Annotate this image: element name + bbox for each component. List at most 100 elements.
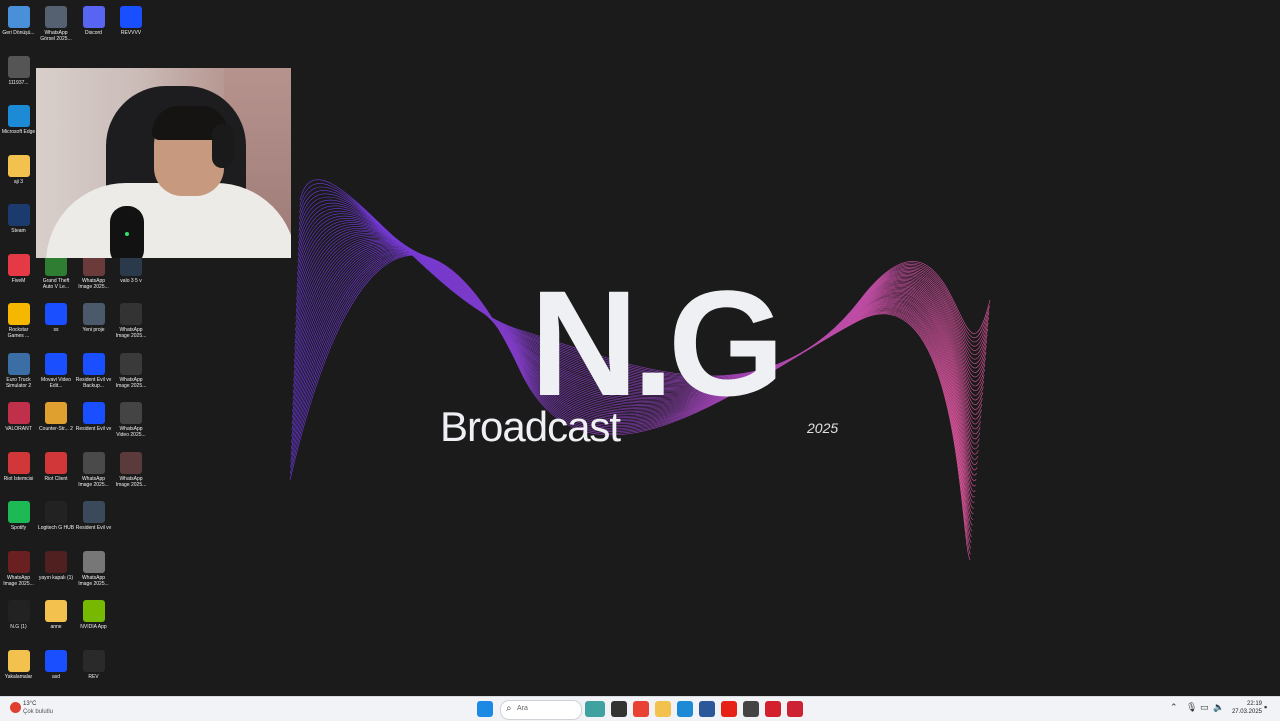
desktop-icon[interactable]: anne — [38, 598, 75, 646]
desktop-icon[interactable]: valo 3 5 v — [113, 252, 150, 300]
desktop-icon-label: Counter-Str... 2 — [39, 426, 73, 432]
copilot-icon[interactable] — [585, 701, 605, 717]
volume-icon[interactable]: 🔈 — [1213, 702, 1224, 713]
chevron-up-icon[interactable]: ⌃ — [1170, 702, 1178, 713]
file-explorer-icon[interactable] — [655, 701, 671, 717]
desktop-icon[interactable]: WhatsApp Image 2025... — [75, 252, 112, 300]
desktop-icon[interactable]: Logitech G HUB — [38, 499, 75, 547]
desktop-icon[interactable]: Riot İstemcisi — [0, 450, 37, 498]
desktop-icon[interactable]: WhatsApp Görsel 2025... — [38, 4, 75, 52]
app-icon — [45, 352, 67, 375]
desktop-icon[interactable]: WhatsApp Image 2025... — [75, 450, 112, 498]
desktop-icon[interactable]: FiveM — [0, 252, 37, 300]
desktop-icon[interactable]: WhatsApp Image 2025... — [75, 549, 112, 597]
network-icon[interactable]: ▭ — [1200, 702, 1209, 713]
image-icon — [120, 451, 142, 474]
webcam-overlay: ✺ — [36, 68, 291, 258]
app-icon[interactable] — [699, 701, 715, 717]
desktop-icon[interactable]: Geri Dönüşü... — [0, 4, 37, 52]
app-icon — [45, 649, 67, 672]
windows-start-icon[interactable] — [477, 701, 493, 717]
app-icon[interactable] — [743, 701, 759, 717]
microphone-tray-icon[interactable]: 🎙 — [1186, 702, 1197, 713]
taskbar-search[interactable]: ⌕ Ara — [500, 700, 582, 720]
desktop-icon[interactable]: NVIDIA App — [75, 598, 112, 646]
weather-condition: Çok bulutlu — [23, 709, 54, 715]
desktop-icon-label: NVIDIA App — [80, 624, 107, 630]
desktop-icon-label: Logitech G HUB — [37, 525, 75, 531]
desktop-icon[interactable]: Yeni proje — [75, 301, 112, 349]
edge-icon[interactable] — [677, 701, 693, 717]
search-icon: ⌕ — [506, 703, 512, 714]
desktop-icon[interactable]: Steam — [0, 202, 37, 250]
riot-icon — [45, 451, 67, 474]
desktop-icon[interactable]: WhatsApp Image 2025... — [113, 450, 150, 498]
desktop-icon-label: Rockstar Games ... — [7, 327, 30, 339]
clock-date: 27.03.2025 — [1231, 709, 1262, 715]
desktop-icon[interactable]: asd — [38, 648, 75, 696]
desktop-icon[interactable]: Riot Client — [38, 450, 75, 498]
youtube-icon[interactable] — [721, 701, 737, 717]
desktop-icon[interactable]: Movavi Video Edit... — [38, 351, 75, 399]
desktop-icon[interactable]: Resident Evil vv — [75, 400, 112, 448]
desktop-icon[interactable]: Resident Evil vv Backup... — [75, 351, 112, 399]
desktop-icon[interactable]: Counter-Str... 2 — [38, 400, 75, 448]
nvidia-icon — [82, 600, 105, 622]
desktop-icon[interactable]: yayın kapalı (1) — [38, 549, 75, 597]
system-clock[interactable]: 22:19 27.03.2025 — [1228, 700, 1262, 716]
desktop-icon[interactable]: Rockstar Games ... — [0, 301, 37, 349]
recycle-bin-icon — [7, 6, 30, 28]
steam-icon — [7, 204, 30, 226]
desktop-icon-label: WhatsApp Görsel 2025... — [40, 30, 72, 42]
desktop-icon[interactable]: WhatsApp Image 2025... — [113, 301, 150, 349]
desktop-icon-label: REV — [88, 673, 99, 680]
desktop-icon[interactable]: Grand Theft Auto V Le... — [38, 252, 75, 300]
desktop-icon[interactable]: Discord — [75, 4, 112, 52]
app-icon — [82, 352, 105, 375]
folder-icon — [45, 600, 67, 622]
spotify-icon — [7, 501, 30, 523]
search-placeholder: Ara — [517, 705, 528, 712]
desktop-icon-label: yayın kapalı (1) — [38, 574, 74, 581]
desktop-icon[interactable]: ss — [38, 301, 75, 349]
desktop-icon-label: WhatsApp Video 2025... — [116, 426, 146, 438]
desktop-icon-label: WhatsApp Image 2025... — [78, 277, 109, 290]
image-icon — [120, 303, 142, 325]
desktop-icon-label: aji 3 — [13, 178, 24, 185]
opera-icon[interactable] — [765, 701, 781, 717]
notification-icon[interactable]: ▪ — [1264, 702, 1267, 712]
desktop-icon[interactable]: REVVVV — [113, 4, 150, 52]
desktop-icon-label: anne — [50, 624, 62, 630]
streamer-shirt — [46, 183, 291, 258]
chrome-icon[interactable] — [633, 701, 649, 717]
desktop-icon[interactable]: Euro Truck Simulator 2 — [0, 351, 37, 399]
headset-icon — [212, 124, 234, 168]
image-icon — [7, 600, 30, 622]
desktop-icon[interactable]: Spotify — [0, 499, 37, 547]
desktop-icon[interactable]: 111937... — [0, 54, 37, 102]
desktop-icon[interactable]: aji 3 — [0, 153, 37, 201]
task-view-icon[interactable] — [611, 701, 627, 717]
desktop-icon[interactable]: Resident Evil vv — [75, 499, 112, 547]
desktop-icon[interactable]: REV — [75, 648, 112, 696]
logitech-icon — [45, 501, 67, 523]
desktop-icon-label: Riot Client — [44, 475, 68, 482]
desktop-icon[interactable]: WhatsApp Image 2025... — [0, 549, 37, 597]
desktop-icon-label: Spotify — [10, 525, 27, 531]
cs2-icon — [45, 402, 67, 424]
desktop-icon-label: WhatsApp Image 2025... — [78, 475, 109, 488]
app-icon[interactable] — [787, 701, 803, 717]
desktop-icon-label: Steam — [11, 228, 26, 234]
taskbar: 13°C Çok bulutlu ⌕ Ara ⌃ 🎙 ▭ 🔈 22:19 27.… — [0, 696, 1280, 721]
desktop-icon[interactable]: Yakalamalar — [0, 648, 37, 696]
desktop-icon[interactable]: WhatsApp Image 2025... — [113, 351, 150, 399]
clock-time: 22:19 — [1246, 701, 1262, 707]
desktop-icon[interactable]: VALORANT — [0, 400, 37, 448]
desktop-icon[interactable]: N.G (1) — [0, 598, 37, 646]
app-icon — [120, 6, 142, 28]
desktop-icon[interactable]: WhatsApp Video 2025... — [113, 400, 150, 448]
desktop-icon[interactable]: Microsoft Edge — [0, 103, 37, 151]
weather-widget[interactable]: 13°C Çok bulutlu — [6, 699, 66, 719]
desktop-icon-label: Grand Theft Auto V Le... — [42, 277, 70, 290]
image-icon — [82, 303, 105, 325]
